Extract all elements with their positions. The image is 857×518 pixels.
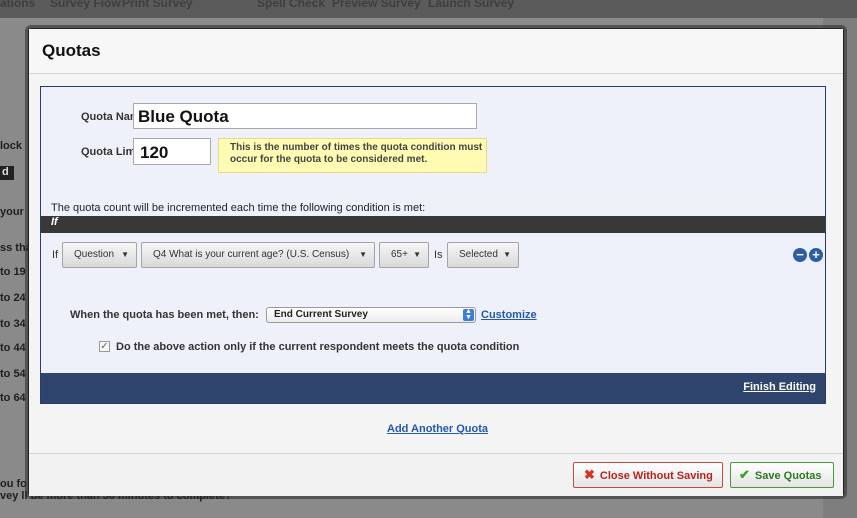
bg-sidebar-text: d (0, 166, 14, 180)
close-icon: ✖ (584, 467, 595, 482)
quota-action-label: When the quota has been met, then: (70, 309, 259, 321)
bg-sidebar-text: to 19 (0, 266, 26, 278)
select-arrows-icon: ▲ ▼ (463, 308, 474, 321)
bg-sidebar-text: to 34 (0, 318, 26, 330)
bg-sidebar-text: to 54 (0, 368, 26, 380)
if-label: If (52, 249, 59, 261)
add-another-quota-link[interactable]: Add Another Quota (387, 423, 488, 435)
finish-editing-link[interactable]: Finish Editing (743, 381, 816, 393)
condition-type-value: Question (74, 249, 115, 260)
question-dropdown[interactable]: Q4 What is your current age? (U.S. Censu… (141, 242, 375, 268)
quotas-dialog: Quotas Quota Name: Blue Quota Quota Limi… (28, 28, 844, 496)
choice-value: 65+ (391, 249, 408, 260)
check-icon: ✔ (739, 467, 750, 482)
close-without-saving-button[interactable]: ✖ Close Without Saving (573, 462, 723, 488)
choice-dropdown[interactable]: 65+ ▼ (379, 242, 429, 268)
quota-action-select[interactable]: End Current Survey ▲ ▼ (266, 307, 476, 323)
background-toolbar: ations Survey Flow Print Survey Spell Ch… (0, 0, 857, 18)
bg-toolbar-item: ations (0, 0, 36, 10)
quota-settings: Quota Name: Blue Quota Quota Limit: 120 … (41, 87, 825, 194)
quota-condition-checkbox-label: Do the above action only if the current … (116, 341, 520, 353)
question-value: Q4 What is your current age? (U.S. Censu… (153, 249, 350, 260)
if-header-bar: If (41, 216, 825, 233)
remove-condition-icon[interactable]: − (793, 248, 807, 262)
bg-sidebar-text: your (0, 206, 24, 218)
bg-sidebar-text: to 44 (0, 342, 26, 354)
save-button-label: Save Quotas (754, 470, 822, 482)
finish-editing-bar: Finish Editing (41, 373, 825, 403)
bg-sidebar-text: lock (0, 140, 23, 152)
state-value: Selected (459, 249, 498, 260)
add-condition-icon[interactable]: + (809, 248, 823, 262)
state-dropdown[interactable]: Selected ▼ (447, 242, 519, 268)
bg-toolbar-item: Survey Flow (50, 0, 121, 10)
close-button-label: Close Without Saving (599, 470, 713, 482)
dialog-header: Quotas (29, 29, 843, 74)
bg-sidebar-text: to 64 (0, 392, 26, 404)
quota-limit-tooltip: This is the number of times the quota co… (218, 138, 487, 173)
condition-row: If Question ▼ Q4 What is your current ag… (41, 233, 825, 373)
chevron-down-icon: ▼ (503, 250, 511, 259)
dialog-title: Quotas (42, 41, 101, 60)
chevron-down-icon: ▼ (413, 250, 421, 259)
bg-sidebar-text: to 24 (0, 292, 26, 304)
chevron-down-icon: ▼ (121, 250, 129, 259)
quota-editor: Quota Name: Blue Quota Quota Limit: 120 … (40, 86, 826, 404)
is-label: Is (434, 249, 443, 261)
quota-name-input[interactable]: Blue Quota (133, 103, 477, 129)
chevron-down-icon: ▼ (359, 250, 367, 259)
if-header-label: If (51, 216, 58, 228)
quota-limit-input[interactable]: 120 (133, 138, 211, 165)
bg-toolbar-item: Preview Survey (332, 0, 421, 10)
condition-type-dropdown[interactable]: Question ▼ (62, 242, 137, 268)
dialog-footer: ✖ Close Without Saving ✔ Save Quotas (29, 453, 843, 496)
bg-toolbar-item: Spell Check (257, 0, 326, 10)
bg-toolbar-item: Print Survey (122, 0, 193, 10)
quota-action-value: End Current Survey (274, 309, 368, 320)
customize-link[interactable]: Customize (481, 309, 537, 321)
save-quotas-button[interactable]: ✔ Save Quotas (730, 462, 834, 488)
bg-toolbar-item: Launch Survey (428, 0, 515, 10)
quota-condition-checkbox[interactable]: ✓ (99, 341, 110, 352)
condition-intro-text: The quota count will be incremented each… (51, 202, 426, 214)
